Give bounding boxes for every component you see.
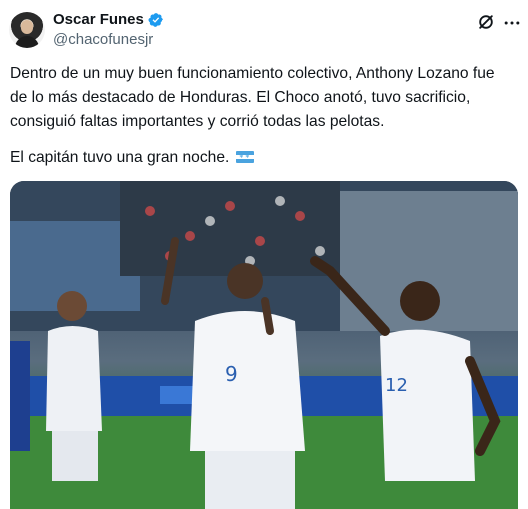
honduras-flag-icon [235, 151, 254, 163]
tweet-paragraph-1: Dentro de un muy buen funcionamiento col… [10, 65, 495, 130]
svg-text:12: 12 [385, 375, 408, 396]
tweet-paragraph-2: El capitán tuvo una gran noche. [10, 149, 230, 166]
author-handle[interactable]: @chacofunesjr [53, 31, 153, 48]
author-name[interactable]: Oscar Funes [53, 11, 144, 28]
verified-badge-icon [148, 12, 163, 27]
tweet-paragraph-2-wrap: El capitán tuvo una gran noche. [10, 146, 520, 170]
football-celebration-photo: 9 12 [10, 181, 518, 509]
svg-text:9: 9 [225, 362, 238, 386]
avatar[interactable] [9, 12, 45, 48]
avatar-face [21, 20, 33, 34]
tweet-text: Dentro de un muy buen funcionamiento col… [10, 62, 520, 170]
tweet-header: Oscar Funes @chacofunesjr [0, 0, 528, 60]
tweet-photo[interactable]: 9 12 [10, 181, 518, 509]
author-name-row[interactable]: Oscar Funes [53, 11, 164, 28]
avatar-shirt [15, 36, 39, 48]
more-options-icon[interactable] [502, 13, 522, 33]
grok-icon[interactable] [476, 12, 496, 32]
